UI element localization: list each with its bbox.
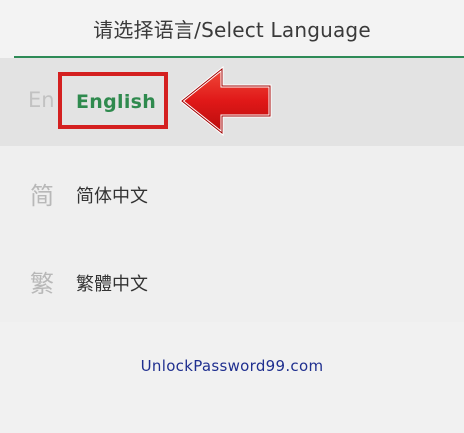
english-letter-icon: En (28, 88, 55, 112)
empty-list-area (0, 322, 464, 433)
simplified-chinese-letter-icon: 简 (30, 182, 54, 210)
language-header: 请选择语言/Select Language (0, 0, 464, 58)
highlight-box (58, 72, 168, 129)
language-label-traditional-chinese: 繁體中文 (76, 274, 148, 295)
page-title: 请选择语言/Select Language (93, 18, 371, 42)
language-label-simplified-chinese: 简体中文 (76, 186, 148, 207)
left-arrow-icon (179, 66, 272, 136)
watermark-text: UnlockPassword99.com (140, 357, 324, 375)
traditional-chinese-letter-icon: 繁 (30, 270, 54, 298)
language-option-traditional-chinese[interactable]: 繁 繁體中文 (0, 234, 464, 322)
language-option-simplified-chinese[interactable]: 简 简体中文 (0, 146, 464, 234)
